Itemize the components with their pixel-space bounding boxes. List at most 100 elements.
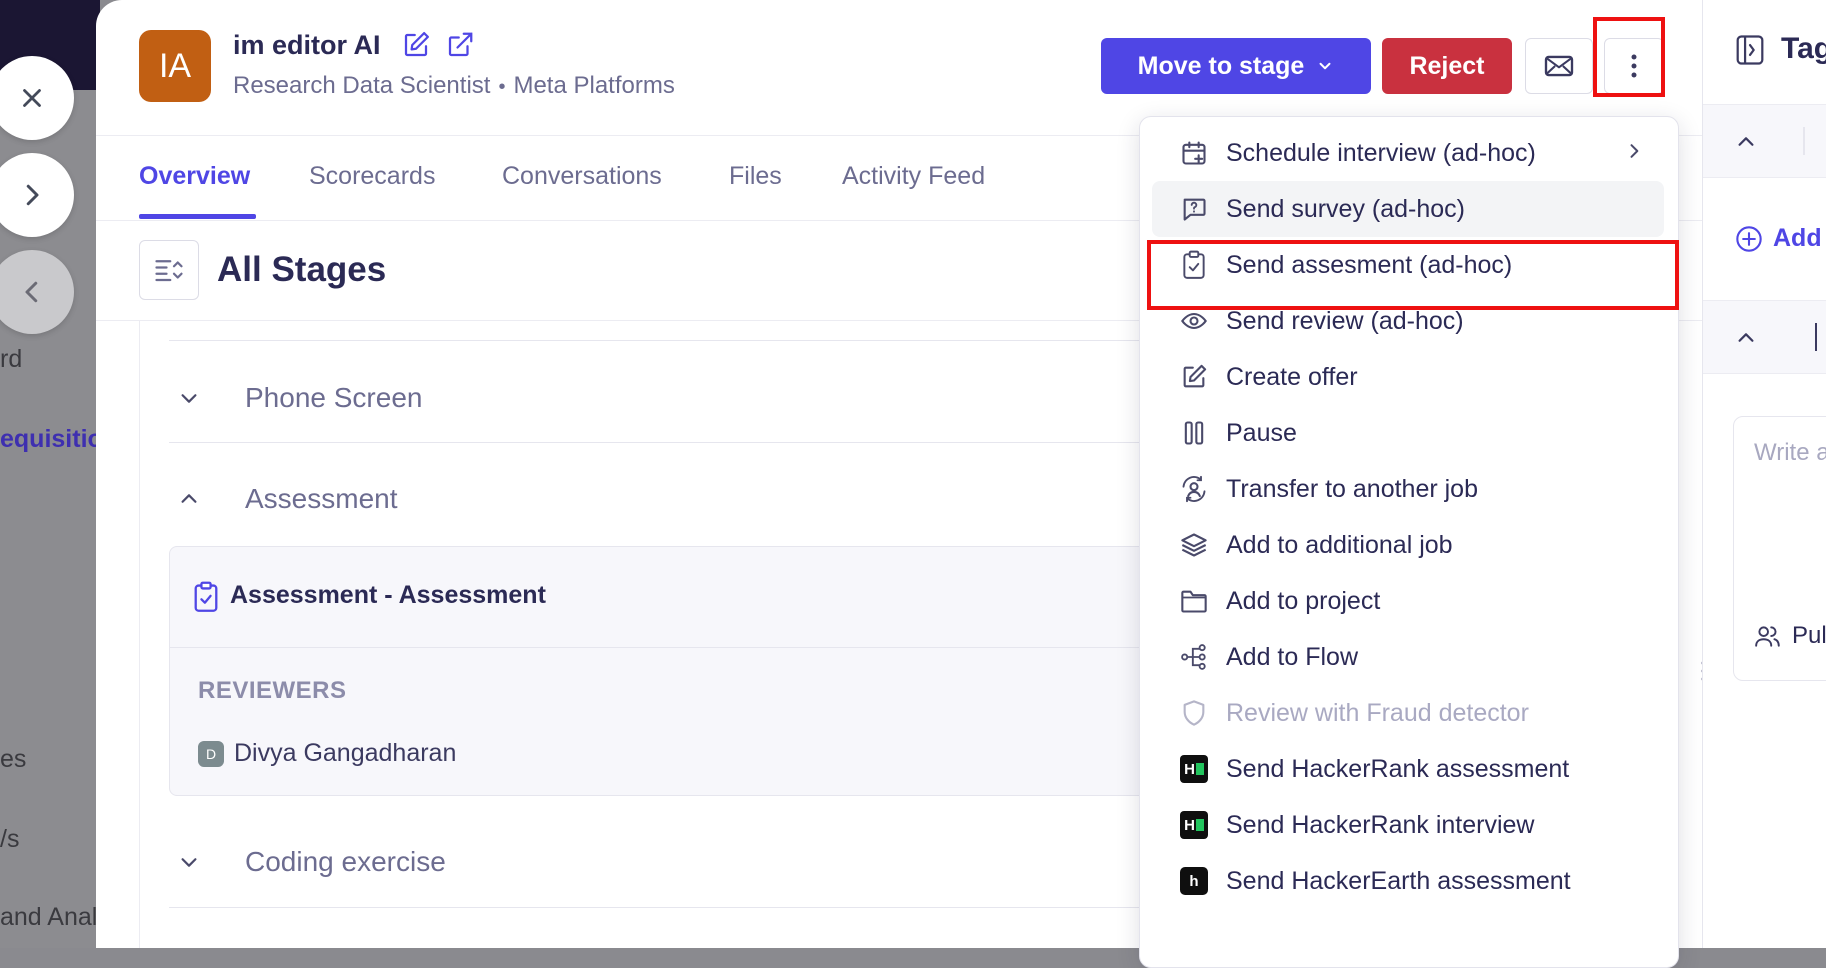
stage-row-phone-screen[interactable]: Phone Screen [169, 368, 422, 428]
right-panel-section-header[interactable] [1703, 300, 1826, 374]
stage-label: Phone Screen [245, 382, 423, 413]
menu-item-label: Send HackerRank assessment [1226, 754, 1570, 783]
move-to-stage-button[interactable]: Move to stage [1101, 38, 1371, 94]
add-tag-button[interactable]: Add [1735, 224, 1822, 253]
assessment-card-header[interactable]: Assessment - Assessment [170, 547, 1228, 648]
tab-overview[interactable]: Overview [139, 162, 250, 191]
candidate-company: Meta Platforms [513, 72, 675, 99]
calendar-plus-icon [1182, 141, 1206, 165]
email-button[interactable] [1525, 38, 1593, 94]
tab-files[interactable]: Files [729, 162, 782, 191]
assessment-card: Assessment - Assessment REVIEWERS D Divy… [169, 546, 1229, 796]
flow-icon [1181, 644, 1206, 670]
sidebar-item-fragment: rd [0, 345, 23, 373]
tab-conversations[interactable]: Conversations [502, 162, 662, 191]
menu-item-add-project[interactable]: Add to project [1152, 573, 1664, 629]
assessment-title: Assessment - Assessment [230, 581, 546, 609]
background-sidebar: rd equisitio es /s and Anal [0, 0, 100, 948]
sidebar-item-fragment-selected: equisitio [0, 425, 100, 453]
note-visibility[interactable]: Pul [1754, 622, 1826, 650]
menu-item-transfer-job[interactable]: Transfer to another job [1152, 461, 1664, 517]
reviewer-item: D Divya Gangadharan [198, 739, 456, 768]
note-box[interactable]: Write a Pul [1733, 416, 1826, 681]
right-panel-section-header[interactable] [1703, 104, 1826, 178]
edit-icon[interactable] [401, 30, 431, 60]
menu-item-send-survey[interactable]: Send survey (ad-hoc) [1152, 181, 1664, 237]
chevron-right-icon [1630, 144, 1639, 158]
annotation-highlight-more [1593, 17, 1665, 97]
note-visibility-label: Pul [1792, 622, 1826, 649]
chevron-down-icon [181, 394, 197, 403]
menu-item-label: Add to project [1226, 586, 1381, 615]
right-panel-title: Tag [1781, 32, 1826, 65]
chevron-right-icon [26, 184, 39, 206]
menu-item-hackerrank-assessment[interactable]: H Send HackerRank assessment [1152, 741, 1664, 797]
stage-label: Assessment [245, 483, 398, 514]
menu-item-label: Send HackerEarth assessment [1226, 866, 1571, 895]
stages-list-toggle[interactable] [139, 240, 199, 300]
subtitle-separator: • [498, 76, 506, 98]
reviewer-avatar: D [198, 740, 224, 767]
divider [169, 907, 1219, 908]
layers-icon [1181, 533, 1207, 557]
folder-icon [1181, 590, 1207, 613]
menu-item-add-additional-job[interactable]: Add to additional job [1152, 517, 1664, 573]
sidebar-item-fragment: and Anal [0, 903, 98, 931]
transfer-user-icon [1182, 475, 1206, 503]
shield-icon [1183, 700, 1205, 726]
hackerearth-logo-icon: h [1180, 867, 1208, 895]
edit-icon [1183, 364, 1207, 388]
menu-item-schedule-interview[interactable]: Schedule interview (ad-hoc) [1152, 125, 1664, 181]
reviewer-name: Divya Gangadharan [234, 739, 457, 767]
menu-item-label: Send survey (ad-hoc) [1226, 194, 1466, 223]
list-collapse-icon [155, 260, 183, 282]
plus-circle-icon [1736, 225, 1762, 252]
stage-row-assessment[interactable]: Assessment [169, 469, 398, 529]
menu-item-label: Schedule interview (ad-hoc) [1226, 138, 1536, 167]
chevron-up-icon [181, 494, 197, 503]
menu-item-label: Send HackerRank interview [1226, 810, 1535, 839]
sidebar-item-fragment: /s [0, 825, 20, 853]
menu-item-hackerrank-interview[interactable]: H Send HackerRank interview [1152, 797, 1664, 853]
active-tab-indicator [139, 214, 256, 219]
menu-item-label: Add to additional job [1226, 530, 1453, 559]
users-icon [1755, 626, 1780, 647]
external-link-icon[interactable] [445, 30, 475, 60]
chevron-down-icon [181, 858, 197, 867]
menu-item-hackerearth-assessment[interactable]: h Send HackerEarth assessment [1152, 853, 1664, 909]
chevron-up-icon [1738, 137, 1754, 146]
menu-item-label: Send review (ad-hoc) [1226, 306, 1464, 335]
hackerrank-logo-icon: H [1180, 811, 1208, 839]
clipboard-check-icon [194, 581, 218, 612]
menu-item-label: Transfer to another job [1226, 474, 1478, 503]
candidate-avatar: IA [139, 30, 211, 102]
chevron-left-icon [25, 281, 38, 303]
panel-toggle-icon [1736, 35, 1764, 65]
note-placeholder: Write a [1754, 439, 1826, 466]
tab-activity-feed[interactable]: Activity Feed [842, 162, 985, 191]
divider [169, 442, 1219, 443]
stage-row-coding-exercise[interactable]: Coding exercise [169, 832, 446, 892]
menu-item-label: Create offer [1226, 362, 1358, 391]
survey-question-icon [1183, 198, 1206, 221]
move-to-stage-label: Move to stage [1137, 51, 1305, 80]
chevron-down-icon [1319, 62, 1331, 70]
reviewers-label: REVIEWERS [198, 677, 347, 704]
menu-item-label: Pause [1226, 418, 1297, 447]
tab-scorecards[interactable]: Scorecards [309, 162, 435, 191]
menu-item-label: Add to Flow [1226, 642, 1359, 671]
pause-icon [1184, 421, 1204, 445]
divider [169, 340, 1219, 341]
menu-item-create-offer[interactable]: Create offer [1152, 349, 1664, 405]
name-actions [401, 30, 475, 60]
candidate-subtitle: Research Data Scientist • Meta Platforms [233, 72, 675, 100]
stages-title: All Stages [217, 250, 387, 289]
collapse-panel-button[interactable] [1735, 34, 1765, 71]
menu-item-add-flow[interactable]: Add to Flow [1152, 629, 1664, 685]
reject-button[interactable]: Reject [1382, 38, 1512, 94]
menu-item-fraud-detector: Review with Fraud detector [1152, 685, 1664, 741]
chevron-up-icon [1738, 333, 1754, 342]
menu-item-pause[interactable]: Pause [1152, 405, 1664, 461]
right-side-panel: Tag Add Write a Pul [1702, 0, 1826, 948]
candidate-name: im editor AI [233, 30, 381, 60]
